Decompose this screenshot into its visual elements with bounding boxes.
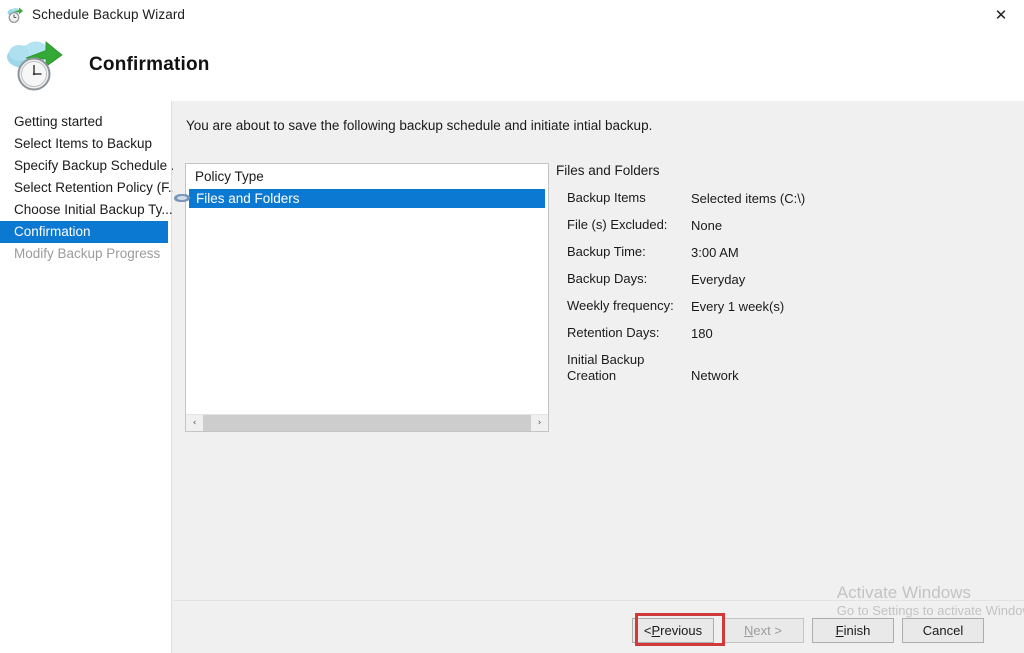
horizontal-scrollbar[interactable]: ‹ › [186, 414, 548, 431]
wizard-sidebar: Getting started Select Items to Backup S… [0, 101, 182, 653]
previous-label: revious [660, 623, 703, 638]
page-title: Confirmation [89, 54, 210, 75]
wizard-content: You are about to save the following back… [173, 101, 1024, 653]
sidebar-item-initial-backup[interactable]: Choose Initial Backup Ty... [0, 199, 173, 221]
summary-value: 180 [691, 326, 713, 341]
next-mnemonic: N [744, 623, 754, 638]
next-label: ext > [753, 623, 782, 638]
summary-value: Every 1 week(s) [691, 299, 785, 314]
sidebar-item-specify-schedule[interactable]: Specify Backup Schedule ... [0, 155, 182, 177]
summary-row-files-excluded: File (s) Excluded: None [556, 217, 996, 234]
close-icon[interactable]: ✕ [978, 0, 1024, 29]
cancel-button[interactable]: Cancel [902, 618, 984, 643]
summary-label-line1: Initial Backup [567, 352, 645, 367]
scrollbar-thumb[interactable] [203, 415, 531, 431]
summary-row-weekly-frequency: Weekly frequency: Every 1 week(s) [556, 298, 996, 315]
summary-label: Backup Days: [567, 271, 648, 286]
sidebar-item-modify-progress: Modify Backup Progress [14, 246, 161, 261]
cancel-label: Cancel [922, 623, 964, 638]
summary-row-retention-days: Retention Days: 180 [556, 325, 996, 342]
wizard-footer: < Previous Next > Finish Cancel [173, 601, 1024, 653]
summary-label: Backup Items [567, 190, 646, 205]
previous-prefix: < [643, 623, 652, 638]
summary-label: Backup Time: [567, 244, 646, 259]
wizard-header: Confirmation [0, 29, 1024, 101]
backup-summary-panel: Files and Folders Backup Items Selected … [556, 163, 996, 394]
summary-label: Weekly frequency: [567, 298, 674, 313]
summary-label: File (s) Excluded: [567, 217, 668, 232]
window-titlebar: Schedule Backup Wizard ✕ [0, 0, 1024, 29]
disk-icon [173, 191, 192, 206]
summary-value: 3:00 AM [691, 245, 739, 260]
summary-label: Retention Days: [567, 325, 660, 340]
summary-label-line2: Creation [567, 368, 617, 383]
summary-value: Selected items (C:\) [691, 191, 806, 206]
list-item-label: Files and Folders [196, 191, 300, 206]
cloud-clock-icon [7, 6, 25, 24]
next-button: Next > [722, 618, 804, 643]
summary-row-backup-items: Backup Items Selected items (C:\) [556, 190, 996, 207]
previous-button[interactable]: < Previous [632, 618, 714, 643]
summary-title: Files and Folders [556, 163, 660, 178]
policy-type-listbox: Policy Type Files and Folders ‹ › [173, 163, 549, 432]
instruction-text: You are about to save the following back… [186, 118, 653, 133]
scroll-right-icon[interactable]: › [531, 415, 548, 431]
summary-label: Initial Backup Creation [556, 352, 691, 384]
list-item[interactable]: Files and Folders [173, 189, 545, 208]
summary-value: None [691, 218, 723, 233]
sidebar-item-select-items[interactable]: Select Items to Backup [0, 133, 171, 155]
summary-value: Network [691, 368, 739, 383]
finish-label: inish [843, 623, 871, 638]
window-title: Schedule Backup Wizard [32, 7, 186, 22]
summary-value: Everyday [691, 272, 746, 287]
column-header-policy-type: Policy Type [195, 169, 264, 184]
finish-button[interactable]: Finish [812, 618, 894, 643]
cloud-backup-clock-icon [6, 36, 68, 94]
previous-mnemonic: P [651, 623, 661, 638]
sidebar-item-retention-policy[interactable]: Select Retention Policy (F... [0, 177, 179, 199]
scrollbar-track[interactable] [203, 415, 531, 431]
sidebar-item-confirmation[interactable]: Confirmation [0, 221, 168, 243]
sidebar-item-getting-started[interactable]: Getting started [0, 111, 171, 133]
finish-mnemonic: F [835, 623, 844, 638]
summary-row-backup-days: Backup Days: Everyday [556, 271, 996, 288]
scroll-left-icon[interactable]: ‹ [186, 415, 203, 431]
summary-row-backup-time: Backup Time: 3:00 AM [556, 244, 996, 261]
summary-row-initial-backup-creation: Initial Backup Creation Network [556, 352, 996, 384]
